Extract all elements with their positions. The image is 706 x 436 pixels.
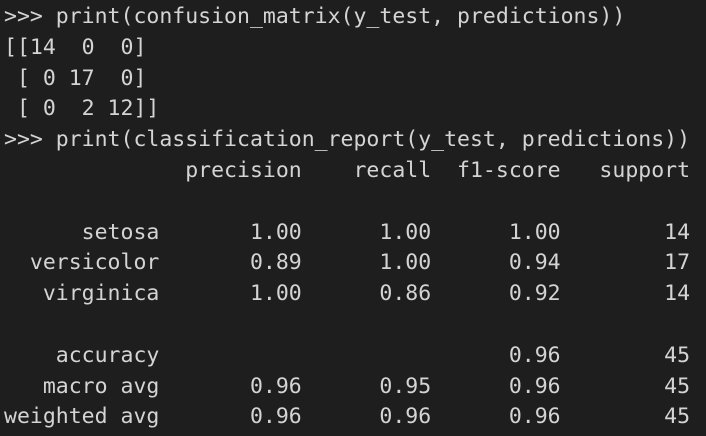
report-row-accuracy: accuracy 0.96 45 — [4, 342, 691, 368]
prompt-line-confusion-matrix: >>> print(confusion_matrix(y_test, predi… — [4, 4, 626, 29]
matrix-row-3: [ 0 2 12]] — [4, 96, 160, 122]
terminal-output[interactable]: >>> print(confusion_matrix(y_test, predi… — [0, 0, 706, 436]
prompt-line-classification-report: >>> print(classification_report(y_test, … — [4, 127, 691, 153]
report-header-row: precision recall f1-score support — [4, 157, 691, 183]
report-row-virginica: virginica 1.00 0.86 0.92 14 — [4, 281, 691, 307]
report-row-macro-avg: macro avg 0.96 0.95 0.96 45 — [4, 373, 691, 399]
matrix-row-2: [ 0 17 0] — [4, 65, 147, 91]
report-row-weighted-avg: weighted avg 0.96 0.96 0.96 45 — [4, 404, 691, 430]
report-row-setosa: setosa 1.00 1.00 1.00 14 — [4, 219, 691, 245]
matrix-row-1: [[14 0 0] — [4, 34, 147, 60]
report-row-versicolor: versicolor 0.89 1.00 0.94 17 — [4, 250, 691, 276]
